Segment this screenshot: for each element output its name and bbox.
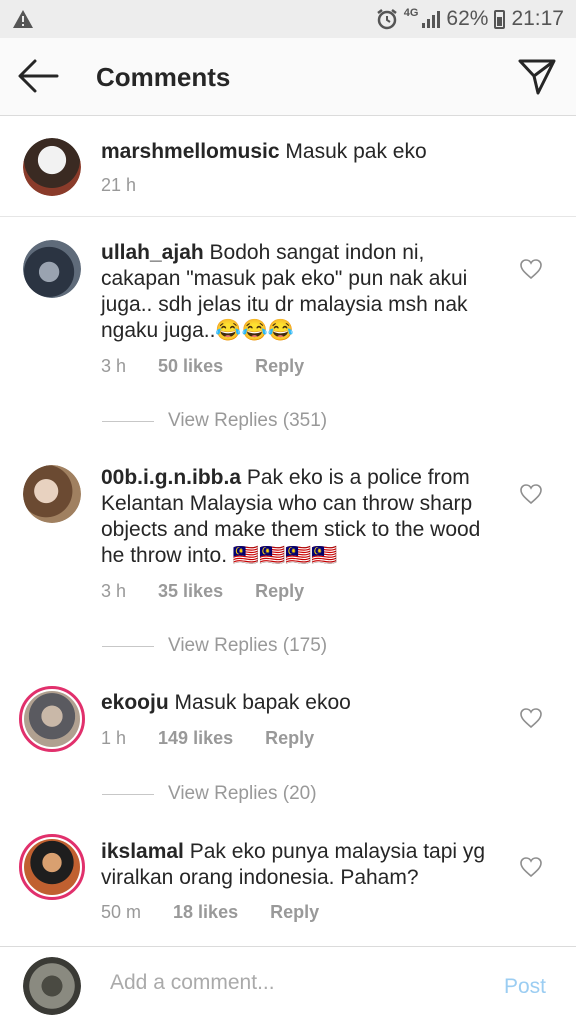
comment-username[interactable]: ikslamal bbox=[101, 840, 184, 863]
signal-icon bbox=[422, 10, 441, 28]
comment-body: Masuk bapak ekoo bbox=[174, 691, 351, 714]
comment-time: 1 h bbox=[101, 728, 127, 748]
post-caption: marshmellomusic Masuk pak eko 21 h bbox=[0, 117, 576, 217]
reply-button[interactable]: Reply bbox=[265, 728, 314, 749]
avatar[interactable] bbox=[23, 240, 81, 298]
divider bbox=[102, 793, 154, 795]
send-icon[interactable] bbox=[517, 56, 557, 96]
clock-time: 21:17 bbox=[511, 7, 564, 30]
comment-username[interactable]: ullah_ajah bbox=[101, 241, 204, 264]
status-indicators: 4G 62% 21:17 bbox=[376, 7, 564, 31]
heart-icon[interactable] bbox=[519, 856, 543, 878]
view-replies-button[interactable]: View Replies (20) bbox=[102, 783, 317, 805]
likes-count[interactable]: 18 likes bbox=[173, 902, 238, 923]
view-replies-button[interactable]: View Replies (175) bbox=[102, 635, 327, 657]
reply-button[interactable]: Reply bbox=[255, 581, 304, 602]
comment-time: 3 h bbox=[101, 581, 127, 601]
comment-meta: 3 h 50 likes Reply bbox=[101, 356, 304, 377]
view-replies-label: View Replies (175) bbox=[168, 635, 328, 656]
avatar bbox=[23, 957, 81, 1015]
comment-username[interactable]: ekooju bbox=[101, 691, 169, 714]
avatar[interactable] bbox=[23, 138, 81, 196]
heart-icon[interactable] bbox=[519, 483, 543, 505]
network-type: 4G bbox=[403, 7, 419, 19]
caption-meta: 21 h bbox=[101, 175, 136, 196]
caption-username[interactable]: marshmellomusic bbox=[101, 140, 280, 163]
comment-text: 00b.i.g.n.ibb.a Pak eko is a police from… bbox=[101, 465, 506, 569]
comment-meta: 50 m 18 likes Reply bbox=[101, 902, 319, 923]
comment-meta: 3 h 35 likes Reply bbox=[101, 581, 304, 602]
comment-composer: Post bbox=[0, 946, 576, 1024]
alarm-clock-icon bbox=[376, 9, 397, 30]
reply-button[interactable]: Reply bbox=[255, 356, 304, 377]
caption-text: marshmellomusic Masuk pak eko bbox=[101, 139, 541, 165]
reply-button[interactable]: Reply bbox=[270, 902, 319, 923]
comment-username[interactable]: 00b.i.g.n.ibb.a bbox=[101, 466, 241, 489]
divider bbox=[102, 645, 154, 647]
status-bar: 4G 62% 21:17 bbox=[0, 0, 576, 38]
arrow-left-icon[interactable] bbox=[17, 58, 59, 94]
likes-count[interactable]: 50 likes bbox=[158, 356, 223, 377]
page-title: Comments bbox=[96, 62, 231, 92]
avatar[interactable] bbox=[19, 686, 85, 752]
caption-body: Masuk pak eko bbox=[285, 140, 427, 163]
comment-meta: 1 h 149 likes Reply bbox=[101, 728, 314, 749]
post-button[interactable]: Post bbox=[504, 975, 546, 999]
comment-text: ikslamal Pak eko punya malaysia tapi yg … bbox=[101, 839, 506, 891]
heart-icon[interactable] bbox=[519, 707, 543, 729]
divider bbox=[102, 420, 154, 422]
avatar[interactable] bbox=[23, 465, 81, 523]
view-replies-label: View Replies (20) bbox=[168, 783, 317, 804]
battery-icon bbox=[494, 9, 506, 29]
caption-time: 21 h bbox=[101, 175, 137, 195]
comment-time: 3 h bbox=[101, 356, 127, 376]
comment-text: ullah_ajah Bodoh sangat indon ni, cakapa… bbox=[101, 240, 506, 344]
view-replies-label: View Replies (351) bbox=[168, 410, 328, 431]
warning-triangle-icon bbox=[13, 10, 33, 28]
app-header: Comments bbox=[0, 38, 576, 116]
comment-time: 50 m bbox=[101, 902, 142, 922]
heart-icon[interactable] bbox=[519, 258, 543, 280]
likes-count[interactable]: 35 likes bbox=[158, 581, 223, 602]
likes-count[interactable]: 149 likes bbox=[158, 728, 233, 749]
avatar[interactable] bbox=[19, 834, 85, 900]
battery-percent: 62% bbox=[446, 7, 489, 30]
view-replies-button[interactable]: View Replies (351) bbox=[102, 410, 327, 432]
comment-input[interactable] bbox=[110, 971, 470, 995]
comment-text: ekooju Masuk bapak ekoo bbox=[101, 690, 506, 716]
